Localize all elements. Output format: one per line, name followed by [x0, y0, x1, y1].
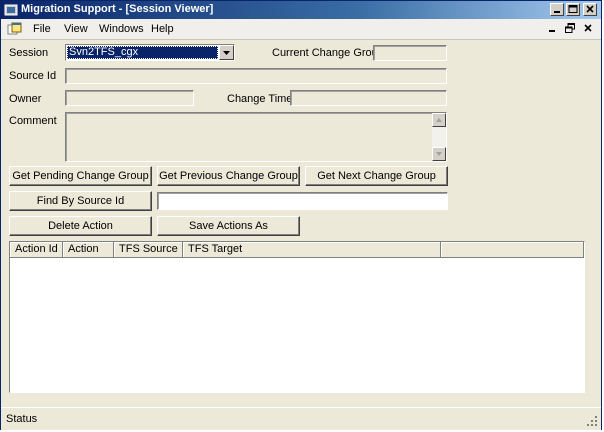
column-header-action-id[interactable]: Action Id — [10, 242, 63, 258]
child-minimize-button[interactable] — [545, 22, 559, 36]
comment-field[interactable] — [65, 112, 447, 162]
child-restore-button[interactable] — [563, 22, 577, 36]
menu-view[interactable]: View — [62, 22, 90, 36]
menu-help[interactable]: Help — [149, 22, 176, 36]
menu-file[interactable]: File — [31, 22, 53, 36]
close-icon — [584, 24, 592, 32]
session-label: Session — [9, 47, 49, 59]
column-header-tfs-target[interactable]: TFS Target — [183, 242, 441, 258]
get-pending-change-group-button[interactable]: Get Pending Change Group — [9, 166, 152, 186]
grid-header: Action Id Action TFS Source TFS Target — [10, 242, 584, 258]
menu-windows[interactable]: Windows — [97, 22, 146, 36]
owner-field[interactable] — [65, 90, 194, 106]
minimize-icon — [554, 11, 560, 13]
arrow-down-icon — [436, 152, 442, 156]
find-by-source-id-button[interactable]: Find By Source Id — [9, 191, 152, 211]
actions-grid[interactable]: Action Id Action TFS Source TFS Target — [9, 241, 585, 393]
maximize-icon — [568, 5, 578, 13]
status-bar: Status — [1, 407, 601, 430]
minimize-icon — [549, 30, 555, 32]
maximize-button[interactable] — [566, 3, 580, 16]
source-id-label: Source Id — [9, 70, 57, 82]
column-header-filler — [441, 242, 584, 258]
resize-grip-icon[interactable] — [586, 415, 598, 427]
arrow-up-icon — [436, 118, 442, 122]
source-id-field[interactable] — [65, 68, 447, 84]
chevron-down-icon — [223, 51, 230, 55]
current-change-group-label: Current Change Group — [272, 47, 384, 59]
status-text: Status — [6, 413, 38, 425]
get-previous-change-group-button[interactable]: Get Previous Change Group — [157, 166, 300, 186]
current-change-group-field[interactable] — [373, 45, 447, 61]
menu-bar: File View Windows Help — [1, 19, 601, 40]
scroll-up-button[interactable] — [432, 113, 446, 127]
comment-scrollbar[interactable] — [432, 113, 446, 161]
restore-icon — [565, 23, 575, 33]
title-bar: Migration Support - [Session Viewer] — [1, 1, 601, 19]
delete-action-button[interactable]: Delete Action — [9, 216, 152, 236]
session-dropdown[interactable]: Svn2TFS_cgx — [65, 44, 235, 61]
dropdown-button[interactable] — [219, 45, 234, 60]
column-header-tfs-source[interactable]: TFS Source — [114, 242, 183, 258]
change-time-label: Change Time — [227, 93, 293, 105]
scroll-down-button[interactable] — [432, 147, 446, 161]
main-window: Migration Support - [Session Viewer] Fil… — [0, 0, 602, 430]
save-actions-as-button[interactable]: Save Actions As — [157, 216, 300, 236]
close-icon — [586, 5, 594, 13]
session-selected-value: Svn2TFS_cgx — [67, 46, 218, 59]
owner-label: Owner — [9, 93, 42, 105]
child-close-button[interactable] — [581, 22, 595, 36]
get-next-change-group-button[interactable]: Get Next Change Group — [305, 166, 448, 186]
window-title: Migration Support - [Session Viewer] — [21, 3, 214, 15]
close-button[interactable] — [583, 3, 597, 16]
change-time-field[interactable] — [290, 90, 447, 106]
column-header-action[interactable]: Action — [63, 242, 114, 258]
app-icon — [4, 4, 18, 16]
find-source-id-input[interactable] — [157, 192, 448, 210]
document-window-icon[interactable] — [7, 22, 23, 36]
session-viewer-panel: Session Svn2TFS_cgx Current Change Group… — [1, 40, 601, 406]
comment-label: Comment — [9, 115, 57, 127]
minimize-button[interactable] — [550, 3, 564, 16]
